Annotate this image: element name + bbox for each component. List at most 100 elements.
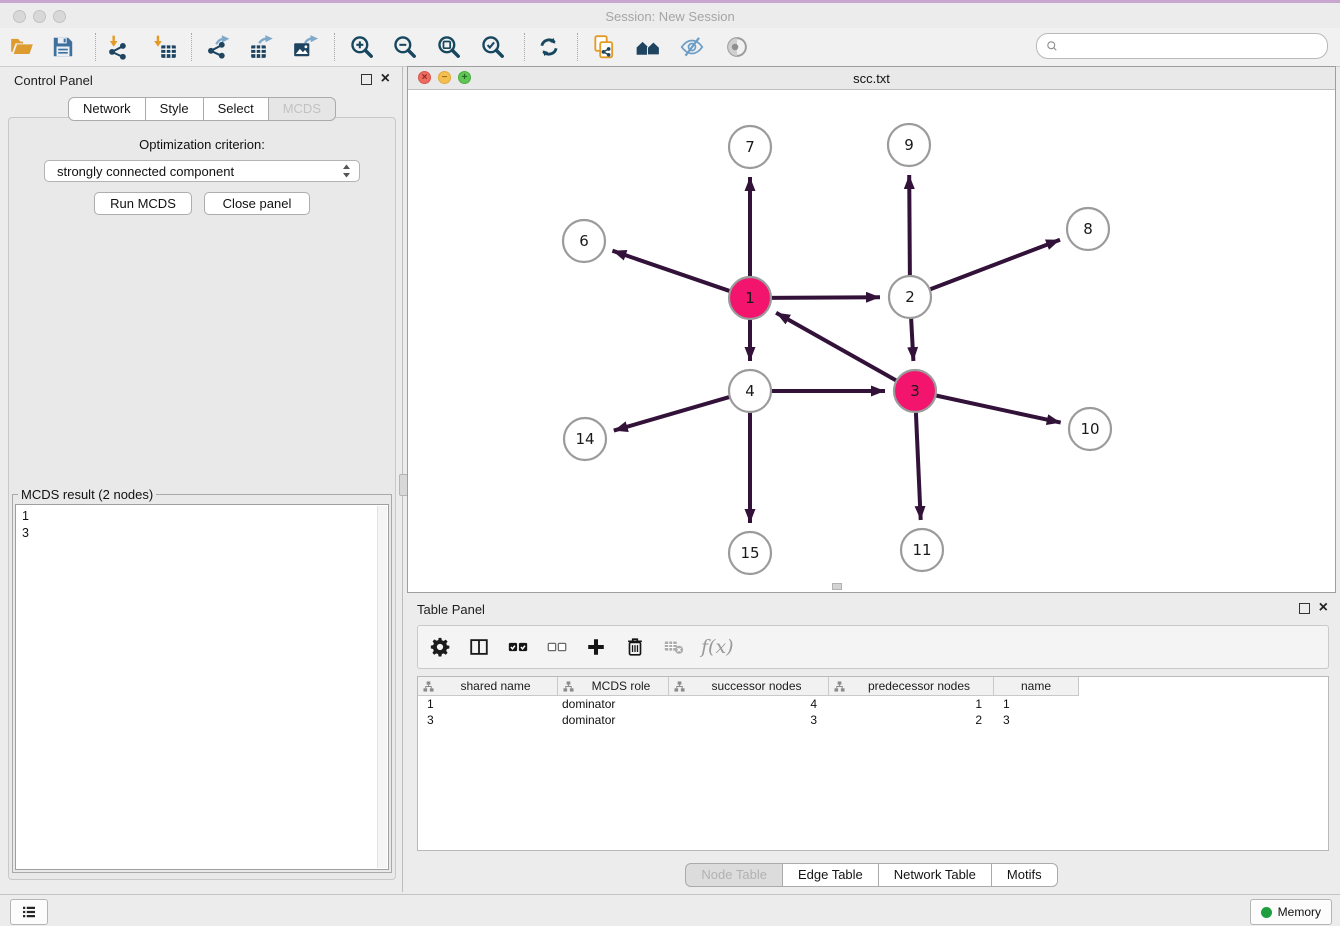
node-7[interactable]: 7 (729, 126, 771, 168)
column-header-name[interactable]: name (994, 677, 1079, 696)
select-all-button[interactable] (506, 635, 530, 659)
checked-boxes-icon (507, 636, 529, 658)
table-cell[interactable]: dominator (558, 712, 669, 728)
table-cell[interactable]: 3 (994, 712, 1079, 728)
float-panel-icon[interactable] (361, 74, 372, 85)
zoom-in-button[interactable] (345, 31, 379, 63)
table-cell[interactable]: 3 (418, 712, 558, 728)
search-icon (1045, 39, 1060, 54)
tab-network[interactable]: Network (68, 97, 146, 121)
zoom-out-icon (392, 34, 418, 60)
tab-mcds[interactable]: MCDS (269, 97, 336, 121)
node-10[interactable]: 10 (1069, 408, 1111, 450)
column-header-shared-name[interactable]: shared name (418, 677, 558, 696)
delete-table-button (662, 635, 686, 659)
column-header-predecessor-nodes[interactable]: predecessor nodes (829, 677, 994, 696)
edge-1-2[interactable] (769, 297, 880, 298)
refresh-button[interactable] (532, 31, 566, 63)
tab-edge-table[interactable]: Edge Table (783, 863, 879, 887)
tab-network-table[interactable]: Network Table (879, 863, 992, 887)
result-scrollbar[interactable] (377, 506, 387, 868)
network-frame-title: scc.txt (408, 71, 1335, 86)
column-header-mcds-role[interactable]: MCDS role (558, 677, 669, 696)
export-network-button[interactable] (201, 31, 235, 63)
edge-2-9[interactable] (909, 175, 910, 278)
table-cell[interactable]: 4 (669, 696, 829, 712)
import-network-button[interactable] (101, 31, 135, 63)
edge-3-1[interactable] (776, 313, 898, 382)
close-panel-button[interactable]: Close panel (204, 192, 310, 215)
close-panel-icon[interactable]: × (381, 72, 390, 86)
node-15[interactable]: 15 (729, 532, 771, 574)
node-table: shared nameMCDS rolesuccessor nodesprede… (417, 676, 1329, 851)
node-4[interactable]: 4 (729, 370, 771, 412)
table-cell[interactable]: dominator (558, 696, 669, 712)
import-table-button[interactable] (148, 31, 182, 63)
edge-3-11[interactable] (916, 410, 921, 520)
node-6[interactable]: 6 (563, 220, 605, 262)
hide-network-button[interactable] (675, 31, 709, 63)
export-table-button[interactable] (245, 31, 279, 63)
export-network-icon (205, 34, 231, 60)
frame-resize-handle[interactable] (832, 583, 842, 590)
edge-2-3[interactable] (911, 316, 913, 361)
add-column-button[interactable] (584, 635, 608, 659)
mcds-result-text: 1 3 (16, 505, 388, 545)
open-session-button[interactable] (5, 31, 39, 63)
table-cell[interactable]: 1 (418, 696, 558, 712)
window-title: Session: New Session (0, 9, 1340, 24)
node-9[interactable]: 9 (888, 124, 930, 166)
mcds-result-textarea[interactable]: 1 3 (15, 504, 389, 870)
save-session-button[interactable] (46, 31, 80, 63)
tab-select[interactable]: Select (204, 97, 269, 121)
zoom-out-button[interactable] (388, 31, 422, 63)
edge-1-6[interactable] (612, 251, 732, 292)
zoom-selected-button[interactable] (476, 31, 510, 63)
table-row[interactable]: 3dominator323 (418, 712, 1328, 728)
table-panel: Table Panel × (407, 595, 1336, 892)
node-8[interactable]: 8 (1067, 208, 1109, 250)
column-header-successor-nodes[interactable]: successor nodes (669, 677, 829, 696)
control-panel-tabs: NetworkStyleSelectMCDS (4, 97, 400, 121)
node-2[interactable]: 2 (889, 276, 931, 318)
refresh-icon (536, 34, 562, 60)
node-14[interactable]: 14 (564, 418, 606, 460)
network-frame-titlebar[interactable]: × − + scc.txt (408, 67, 1335, 90)
edge-4-14[interactable] (614, 396, 732, 430)
mcds-result-fieldset: MCDS result (2 nodes) 1 3 (12, 487, 392, 873)
deselect-all-button[interactable] (545, 635, 569, 659)
home-layout-button[interactable] (631, 31, 665, 63)
tab-node-table[interactable]: Node Table (685, 863, 783, 887)
home-houses-icon (635, 34, 661, 60)
table-row[interactable]: 1dominator411 (418, 696, 1328, 712)
node-1[interactable]: 1 (729, 277, 771, 319)
search-input[interactable] (1060, 36, 1327, 56)
float-panel-icon[interactable] (1299, 603, 1310, 614)
edge-3-10[interactable] (934, 395, 1061, 423)
optimization-criterion-select[interactable]: strongly connected component (44, 160, 360, 182)
eye-icon (724, 34, 750, 60)
zoom-fit-button[interactable] (432, 31, 466, 63)
export-image-button[interactable] (288, 31, 322, 63)
task-history-button[interactable] (10, 899, 48, 925)
close-panel-icon[interactable]: × (1319, 601, 1328, 615)
table-settings-button[interactable] (428, 635, 452, 659)
split-view-button[interactable] (467, 635, 491, 659)
gear-icon (429, 636, 451, 658)
table-cell[interactable]: 1 (829, 696, 994, 712)
delete-column-button[interactable] (623, 635, 647, 659)
edge-2-8[interactable] (928, 240, 1060, 291)
copy-network-button[interactable] (587, 31, 621, 63)
tab-motifs[interactable]: Motifs (992, 863, 1058, 887)
run-mcds-button[interactable]: Run MCDS (94, 192, 192, 215)
table-cell[interactable]: 2 (829, 712, 994, 728)
network-graph-canvas[interactable]: 7 9 6 8 1 2 4 3 14 10 15 11 (408, 89, 1335, 592)
tab-style[interactable]: Style (146, 97, 204, 121)
show-network-button[interactable] (720, 31, 754, 63)
memory-button[interactable]: Memory (1250, 899, 1332, 925)
svg-text:11: 11 (912, 541, 931, 559)
node-3[interactable]: 3 (894, 370, 936, 412)
table-cell[interactable]: 3 (669, 712, 829, 728)
node-11[interactable]: 11 (901, 529, 943, 571)
table-cell[interactable]: 1 (994, 696, 1079, 712)
